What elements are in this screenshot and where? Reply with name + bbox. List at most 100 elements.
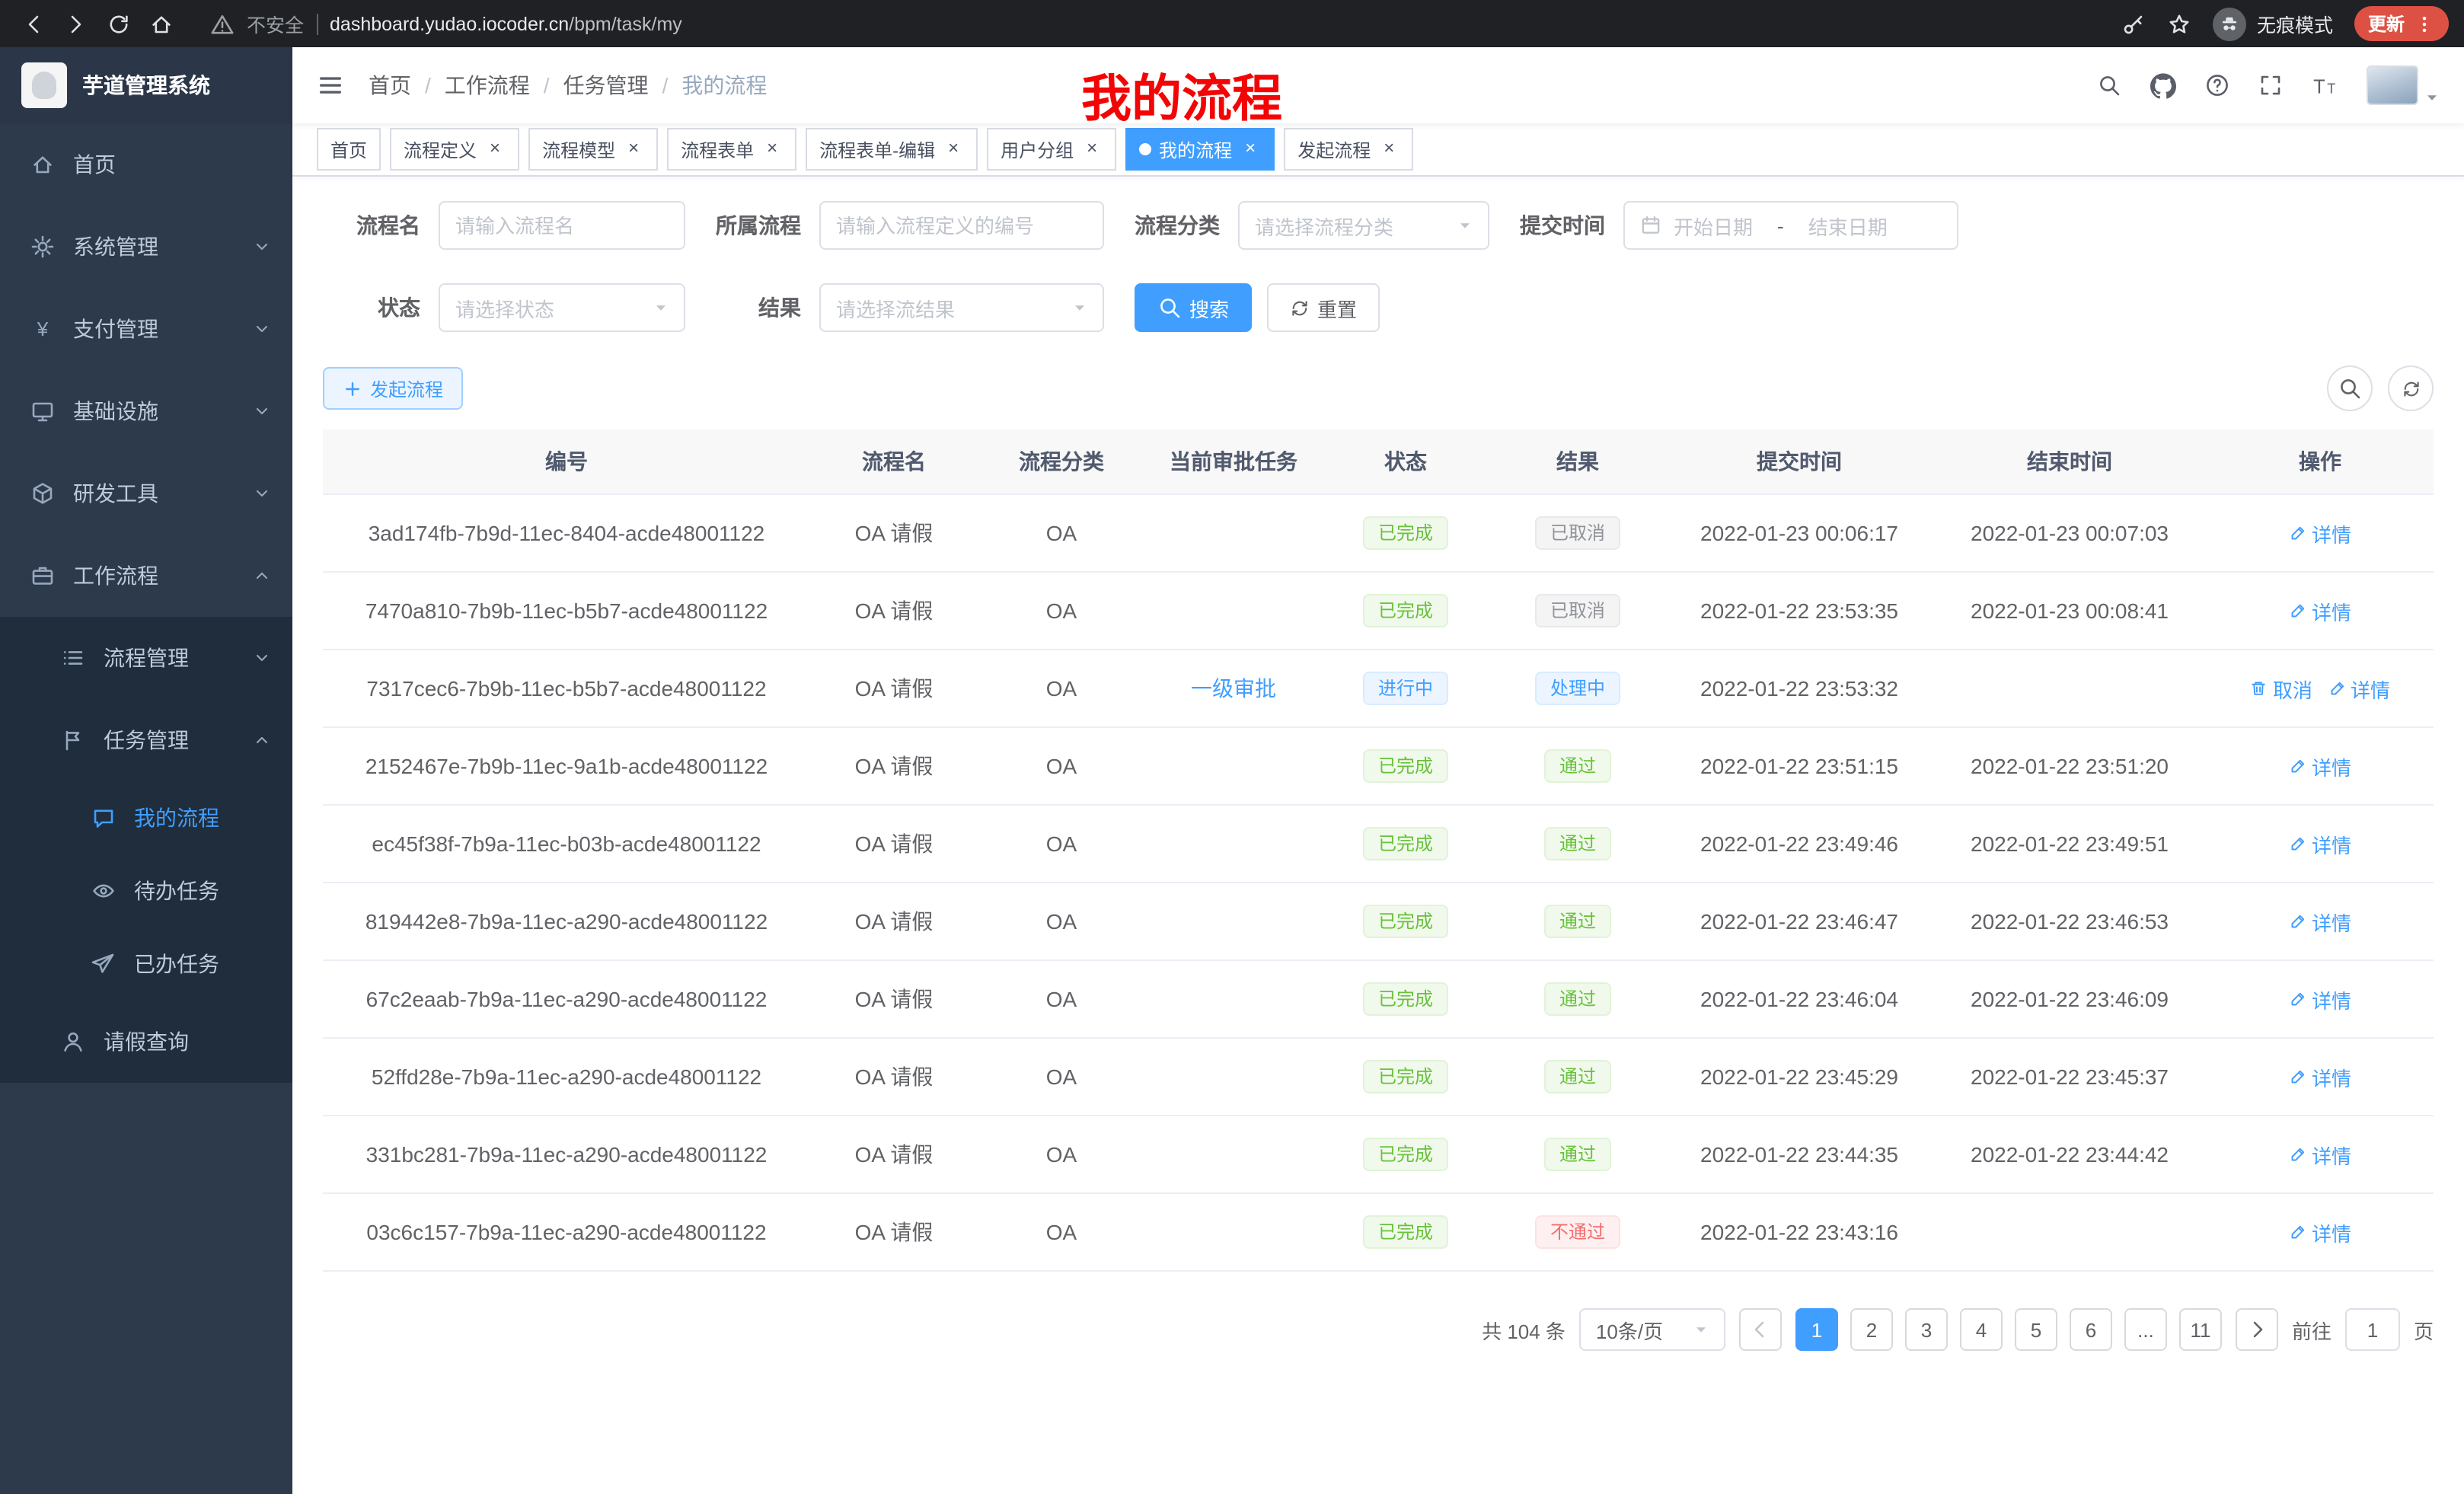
bookmark-star-icon[interactable]: [2167, 11, 2191, 36]
tab-process-form[interactable]: 流程表单×: [667, 128, 796, 171]
tab-my-process[interactable]: 我的流程×: [1125, 128, 1275, 171]
detail-action[interactable]: 详情: [2289, 985, 2351, 1014]
forward-icon[interactable]: [58, 5, 94, 42]
tab-home[interactable]: 首页: [317, 128, 381, 171]
goto-page-input[interactable]: [2345, 1308, 2400, 1351]
page-ellipsis[interactable]: ...: [2124, 1308, 2167, 1351]
url-text[interactable]: dashboard.yudao.iocoder.cn/bpm/task/my: [330, 13, 682, 34]
detail-action[interactable]: 详情: [2289, 752, 2351, 781]
detail-action[interactable]: 详情: [2289, 519, 2351, 547]
detail-action[interactable]: 详情: [2328, 674, 2390, 703]
sidebar-logo[interactable]: 芋道管理系统: [0, 47, 292, 123]
close-icon[interactable]: ×: [1081, 139, 1103, 160]
fullscreen-icon[interactable]: [2258, 73, 2283, 97]
page-6-button[interactable]: 6: [2070, 1308, 2112, 1351]
warning-icon[interactable]: [210, 11, 235, 36]
sidebar-item-todo-tasks[interactable]: 待办任务: [0, 854, 292, 927]
prev-page-button[interactable]: [1739, 1308, 1782, 1351]
close-icon[interactable]: ×: [1378, 139, 1400, 160]
key-icon[interactable]: [2121, 11, 2146, 36]
sidebar-item-infrastructure[interactable]: 基础设施: [0, 370, 292, 452]
breadcrumb-item[interactable]: 工作流程: [445, 70, 530, 101]
sidebar-item-workflow[interactable]: 工作流程: [0, 535, 292, 617]
github-icon[interactable]: [2150, 72, 2176, 98]
breadcrumb-separator: /: [662, 73, 669, 97]
table-header: 编号流程名流程分类当前审批任务状态结果提交时间结束时间操作: [323, 429, 2434, 494]
header-search-icon[interactable]: [2097, 73, 2121, 97]
close-icon[interactable]: ×: [1240, 139, 1261, 160]
detail-action[interactable]: 详情: [2289, 1062, 2351, 1091]
cell-actions: 详情: [2207, 727, 2434, 805]
page-1-button[interactable]: 1: [1795, 1308, 1838, 1351]
cancel-action[interactable]: 取消: [2250, 674, 2312, 703]
sidebar-item-payment[interactable]: ¥支付管理: [0, 288, 292, 370]
hamburger-icon[interactable]: [317, 72, 344, 99]
detail-action[interactable]: 详情: [2289, 907, 2351, 936]
tab-process-form-edit[interactable]: 流程表单-编辑×: [806, 128, 978, 171]
cell-end-time: 2022-01-23 00:07:03: [1933, 494, 2207, 572]
next-page-button[interactable]: [2236, 1308, 2278, 1351]
chevron-down-icon: [253, 320, 271, 338]
cell-result: 通过: [1489, 805, 1666, 883]
cell-status: 已完成: [1322, 1193, 1489, 1271]
breadcrumb-item[interactable]: 任务管理: [563, 70, 649, 101]
create-process-button[interactable]: 发起流程: [323, 367, 463, 410]
page-3-button[interactable]: 3: [1905, 1308, 1948, 1351]
detail-action[interactable]: 详情: [2289, 596, 2351, 625]
page-2-button[interactable]: 2: [1850, 1308, 1893, 1351]
cell-process-name: OA 请假: [810, 727, 978, 805]
detail-action[interactable]: 详情: [2289, 1218, 2351, 1247]
close-icon[interactable]: ×: [761, 139, 783, 160]
chevron-down-icon: [1072, 300, 1087, 315]
status-select[interactable]: 请选择状态: [439, 283, 685, 332]
process-name-input[interactable]: [439, 201, 685, 250]
close-icon[interactable]: ×: [623, 139, 644, 160]
breadcrumb-item[interactable]: 首页: [369, 70, 411, 101]
detail-action[interactable]: 详情: [2289, 1140, 2351, 1169]
tab-process-model[interactable]: 流程模型×: [528, 128, 658, 171]
sidebar-item-devtools[interactable]: 研发工具: [0, 452, 292, 535]
address-bar[interactable]: 不安全 dashboard.yudao.iocoder.cn/bpm/task/…: [210, 9, 2115, 38]
cell-actions: 详情: [2207, 805, 2434, 883]
help-icon[interactable]: [2205, 73, 2229, 97]
pagination: 共 104 条 10条/页 123456...11 前往 页: [323, 1308, 2434, 1351]
browser-home-icon[interactable]: [143, 5, 180, 42]
update-button[interactable]: 更新: [2354, 6, 2449, 41]
owner-process-field[interactable]: [836, 214, 1087, 237]
user-avatar[interactable]: [2367, 65, 2440, 105]
submit-time-range[interactable]: 开始日期 - 结束日期: [1623, 201, 1958, 250]
reset-button[interactable]: 重置: [1267, 283, 1380, 332]
page-5-button[interactable]: 5: [2015, 1308, 2057, 1351]
sidebar-item-my-process[interactable]: 我的流程: [0, 781, 292, 854]
sidebar-item-leave-query[interactable]: 请假查询: [0, 1001, 292, 1083]
tab-process-definition[interactable]: 流程定义×: [390, 128, 519, 171]
kebab-menu-icon[interactable]: [2414, 13, 2435, 34]
gear-icon: [30, 235, 58, 259]
close-icon[interactable]: ×: [484, 139, 506, 160]
owner-process-input[interactable]: [819, 201, 1104, 250]
search-button[interactable]: 搜索: [1135, 283, 1252, 332]
category-select[interactable]: 请选择流程分类: [1238, 201, 1489, 250]
table-refresh-icon[interactable]: [2388, 366, 2434, 411]
current-task-link[interactable]: 一级审批: [1191, 676, 1276, 701]
sidebar-item-home[interactable]: 首页: [0, 123, 292, 206]
tab-start-process[interactable]: 发起流程×: [1284, 128, 1413, 171]
detail-action[interactable]: 详情: [2289, 829, 2351, 858]
page-11-button[interactable]: 11: [2179, 1308, 2222, 1351]
sidebar-item-task-mgmt[interactable]: 任务管理: [0, 699, 292, 781]
sidebar-item-done-tasks[interactable]: 已办任务: [0, 927, 292, 1001]
back-icon[interactable]: [15, 5, 52, 42]
reload-icon[interactable]: [101, 5, 137, 42]
close-icon[interactable]: ×: [943, 139, 964, 160]
result-select[interactable]: 请选择流结果: [819, 283, 1104, 332]
page-4-button[interactable]: 4: [1960, 1308, 2003, 1351]
tab-user-group[interactable]: 用户分组×: [987, 128, 1116, 171]
sidebar-item-process-mgmt[interactable]: 流程管理: [0, 617, 292, 699]
table-search-icon[interactable]: [2327, 366, 2373, 411]
process-name-field[interactable]: [455, 214, 669, 237]
table-row: 3ad174fb-7b9d-11ec-8404-acde48001122OA 请…: [323, 494, 2434, 572]
yen-icon: ¥: [30, 317, 58, 341]
page-size-select[interactable]: 10条/页: [1579, 1308, 1725, 1351]
font-size-icon[interactable]: TT: [2312, 72, 2338, 98]
sidebar-item-system[interactable]: 系统管理: [0, 206, 292, 288]
